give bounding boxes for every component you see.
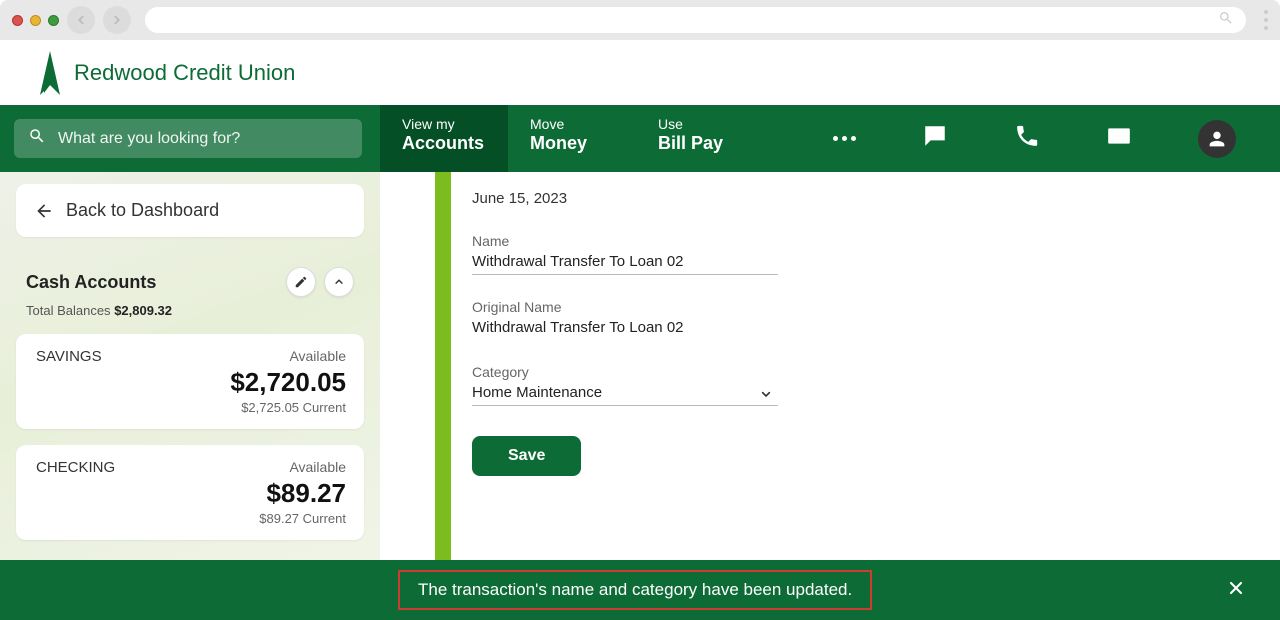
tab-line1: View my <box>402 116 486 132</box>
minimize-window-dot[interactable] <box>30 15 41 26</box>
tab-line2: Accounts <box>402 133 486 154</box>
account-card-savings[interactable]: SAVINGS Available $2,720.05 $2,725.05 Cu… <box>16 334 364 429</box>
main-panel: June 15, 2023 Name Withdrawal Transfer T… <box>380 172 1280 620</box>
nav-tabs: View my Accounts Move Money Use Bill Pay <box>380 105 764 172</box>
available-label: Available <box>289 348 346 364</box>
tab-accounts[interactable]: View my Accounts <box>380 105 508 172</box>
phone-icon[interactable] <box>1014 123 1040 154</box>
account-balance: $2,720.05 <box>36 367 346 398</box>
name-label: Name <box>472 233 778 249</box>
account-card-checking[interactable]: CHECKING Available $89.27 $89.27 Current <box>16 445 364 540</box>
chevron-down-icon <box>758 386 774 406</box>
tab-line2: Money <box>530 133 614 154</box>
transaction-form: June 15, 2023 Name Withdrawal Transfer T… <box>472 172 1172 476</box>
account-current: $2,725.05 Current <box>36 400 346 415</box>
name-input[interactable]: Withdrawal Transfer To Loan 02 <box>472 253 778 275</box>
sidebar: Back to Dashboard Cash Accounts Total Ba… <box>0 172 380 620</box>
browser-chrome <box>0 0 1280 40</box>
account-name: CHECKING <box>36 459 115 476</box>
nav-icon-tray <box>833 105 1280 172</box>
logo[interactable]: Redwood Credit Union <box>36 49 295 97</box>
accent-stripe <box>435 172 451 560</box>
tab-line1: Use <box>658 116 742 132</box>
url-bar[interactable] <box>145 7 1246 33</box>
field-name: Name Withdrawal Transfer To Loan 02 <box>472 233 778 275</box>
category-select[interactable]: Home Maintenance <box>472 384 778 406</box>
content: Back to Dashboard Cash Accounts Total Ba… <box>0 172 1280 620</box>
field-category: Category Home Maintenance <box>472 364 778 406</box>
account-current: $89.27 Current <box>36 511 346 526</box>
maximize-window-dot[interactable] <box>48 15 59 26</box>
tab-line2: Bill Pay <box>658 133 742 154</box>
total-value: $2,809.32 <box>114 303 172 318</box>
available-label: Available <box>289 459 346 475</box>
cash-accounts-header: Cash Accounts <box>16 267 364 297</box>
category-value: Home Maintenance <box>472 384 602 401</box>
collapse-accounts-button[interactable] <box>324 267 354 297</box>
toast-message: The transaction's name and category have… <box>418 580 852 599</box>
toast: The transaction's name and category have… <box>0 560 1280 620</box>
site-search[interactable] <box>14 119 362 158</box>
save-button[interactable]: Save <box>472 436 581 476</box>
arrow-left-icon <box>34 201 54 221</box>
logo-text: Redwood Credit Union <box>74 60 295 86</box>
total-balances: Total Balances $2,809.32 <box>16 297 364 318</box>
category-label: Category <box>472 364 778 380</box>
profile-icon[interactable] <box>1198 120 1236 158</box>
primary-nav: View my Accounts Move Money Use Bill Pay <box>0 105 1280 172</box>
field-original-name: Original Name Withdrawal Transfer To Loa… <box>472 299 778 340</box>
browser-forward-button[interactable] <box>103 6 131 34</box>
chevron-up-icon <box>332 275 346 289</box>
logo-bar: Redwood Credit Union <box>0 40 1280 105</box>
window-controls <box>12 15 59 26</box>
pencil-icon <box>294 275 308 289</box>
account-name: SAVINGS <box>36 348 102 365</box>
browser-menu-button[interactable] <box>1264 10 1268 30</box>
edit-accounts-button[interactable] <box>286 267 316 297</box>
original-name-value: Withdrawal Transfer To Loan 02 <box>472 319 778 340</box>
tab-line1: Move <box>530 116 614 132</box>
mail-icon[interactable] <box>1106 123 1132 154</box>
search-icon <box>28 127 46 150</box>
back-to-dashboard[interactable]: Back to Dashboard <box>16 184 364 237</box>
section-title: Cash Accounts <box>26 272 156 293</box>
account-balance: $89.27 <box>36 478 346 509</box>
browser-back-button[interactable] <box>67 6 95 34</box>
chat-icon[interactable] <box>922 123 948 154</box>
original-name-label: Original Name <box>472 299 778 315</box>
tab-move-money[interactable]: Move Money <box>508 105 636 172</box>
toast-highlight: The transaction's name and category have… <box>398 570 872 610</box>
search-icon <box>1218 10 1234 31</box>
toast-close-button[interactable] <box>1226 578 1246 603</box>
total-label: Total Balances <box>26 303 111 318</box>
close-icon <box>1226 578 1246 598</box>
logo-icon <box>36 49 64 97</box>
close-window-dot[interactable] <box>12 15 23 26</box>
transaction-date: June 15, 2023 <box>472 190 1132 207</box>
tab-bill-pay[interactable]: Use Bill Pay <box>636 105 764 172</box>
more-icon[interactable] <box>833 136 856 141</box>
search-input[interactable] <box>58 130 348 148</box>
back-label: Back to Dashboard <box>66 200 219 221</box>
